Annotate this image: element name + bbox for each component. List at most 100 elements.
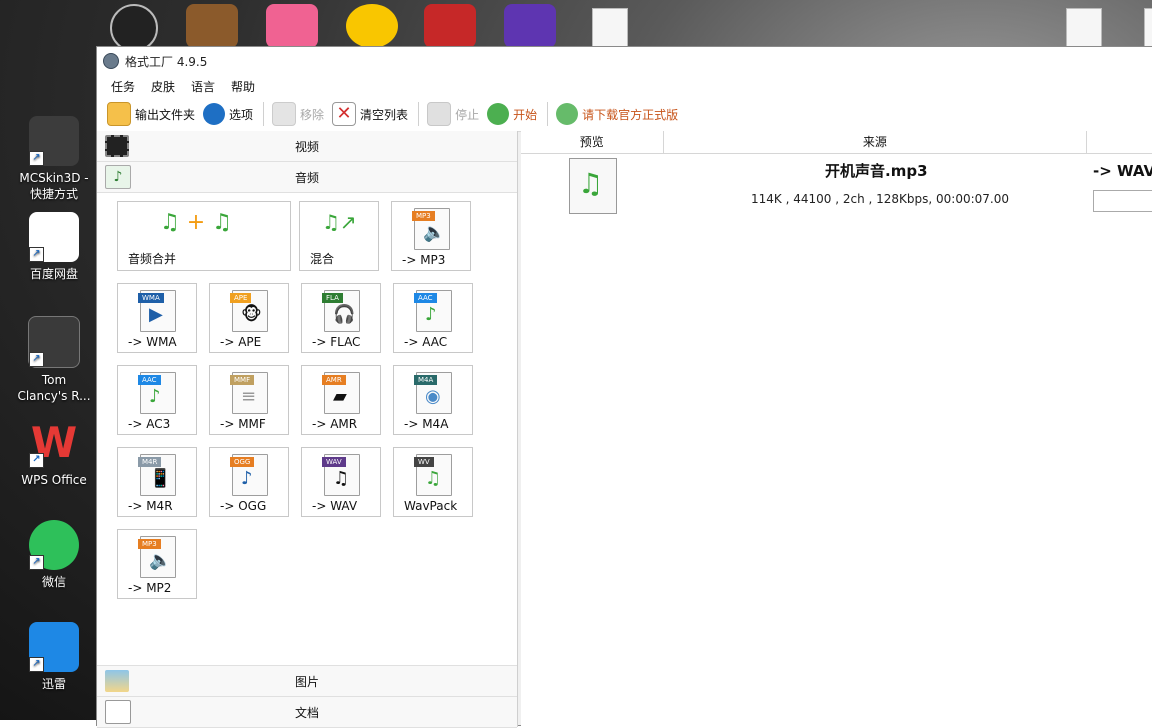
column-output[interactable]	[1087, 131, 1152, 153]
desktop-icon-wechat[interactable]: ↗ 微信	[6, 520, 102, 590]
column-preview[interactable]: 预览	[521, 131, 664, 153]
file-name: 开机声音.mp3	[825, 162, 928, 180]
wav-icon: WAV ♫	[322, 454, 360, 496]
window-title: 格式工厂 4.9.5	[125, 54, 208, 69]
desktop-icon-xunlei[interactable]: ↗ 迅雷	[6, 622, 102, 692]
desktop-icon-label: Tom Clancy's R...	[17, 373, 91, 403]
tile-audio-join[interactable]: ♫ + ♫ 音频合并	[117, 201, 291, 271]
output-folder-button[interactable]: 输出文件夹	[107, 102, 195, 126]
play-disc-icon: WMA ▶	[138, 290, 176, 332]
mcskin3d-icon: ↗	[29, 116, 79, 166]
start-label: 开始	[513, 107, 538, 122]
ac3-icon: AAC ♪	[138, 372, 176, 414]
category-image[interactable]: 图片	[97, 665, 517, 697]
task-list-pane: 预览 来源 ♫ 开机声音.mp3 114K , 44100 , 2ch , 12…	[521, 131, 1152, 727]
phone-icon: M4R 📱	[138, 454, 176, 496]
stop-button[interactable]: 停止	[427, 102, 479, 126]
desktop-icon-label: 微信	[41, 575, 66, 589]
file-icon[interactable]	[1144, 8, 1152, 50]
tile-flac[interactable]: FLA 🎧 -> FLAC	[301, 283, 381, 353]
tile-ac3[interactable]: AAC ♪ -> AC3	[117, 365, 197, 435]
file-icon[interactable]	[1066, 8, 1102, 50]
ape-icon: APE 🐵	[230, 290, 268, 332]
menu-help[interactable]: 帮助	[231, 78, 255, 95]
category-document[interactable]: 文档	[97, 697, 517, 728]
tile-label: -> WMA	[128, 335, 177, 349]
tile-label: -> M4A	[404, 417, 449, 431]
tile-label: -> FLAC	[312, 335, 361, 349]
start-button[interactable]: 开始	[487, 103, 537, 125]
tile-ogg[interactable]: OGG ♪ -> OGG	[209, 447, 289, 517]
mmf-icon: MMF ≡	[230, 372, 268, 414]
baidu-netdisk-icon: ↗	[29, 212, 79, 262]
tile-wavpack[interactable]: WV ♫ WavPack	[393, 447, 473, 517]
clear-list-label: 清空列表	[360, 107, 409, 122]
audio-tiles-grid: ♫ + ♫ 音频合并 ♫↗ 混合 MP3 🔈 -> MP3 WMA ▶ -> WMA…	[97, 193, 517, 665]
xunlei-icon: ↗	[29, 622, 79, 672]
tile-mp2[interactable]: MP3 🔈 -> MP2	[117, 529, 197, 599]
category-audio-label: 音频	[294, 170, 319, 185]
shortcut-arrow-icon: ↗	[29, 657, 44, 672]
tile-label: -> MMF	[220, 417, 266, 431]
tile-mix[interactable]: ♫↗ 混合	[299, 201, 379, 271]
desktop-icon-wps[interactable]: W ↗ WPS Office	[6, 418, 102, 488]
tile-wav[interactable]: WAV ♫ -> WAV	[301, 447, 381, 517]
format-factory-window: 格式工厂 4.9.5 任务 皮肤 语言 帮助 输出文件夹 选项 移除 ✕ 清空列…	[96, 46, 1152, 728]
tile-label: -> AMR	[312, 417, 358, 431]
category-image-label: 图片	[294, 674, 319, 689]
download-official-link[interactable]: 请下载官方正式版	[556, 103, 678, 125]
stop-label: 停止	[455, 107, 480, 122]
category-audio[interactable]: ♪ 音频	[97, 162, 517, 193]
tile-aac[interactable]: AAC ♪ -> AAC	[393, 283, 473, 353]
remove-button[interactable]: 移除	[272, 102, 324, 126]
wechat-icon: ↗	[29, 520, 79, 570]
category-video[interactable]: 视频	[97, 131, 517, 162]
gear-icon	[203, 103, 226, 125]
bilibili-icon[interactable]	[266, 4, 318, 48]
tile-m4a[interactable]: M4A ◉ -> M4A	[393, 365, 473, 435]
tools-icon[interactable]	[504, 4, 556, 48]
tile-amr[interactable]: AMR ▰ -> AMR	[301, 365, 381, 435]
task-list-header: 预览 来源	[521, 131, 1152, 154]
amr-icon: AMR ▰	[322, 372, 360, 414]
globe-icon	[556, 103, 579, 125]
desktop-icon-baidu[interactable]: ↗ 百度网盘	[6, 212, 102, 282]
menu-language[interactable]: 语言	[191, 78, 215, 95]
tile-label: -> MP3	[402, 253, 446, 267]
menu-skin[interactable]: 皮肤	[151, 78, 175, 95]
desktop-icon-label: 迅雷	[41, 677, 66, 691]
table-row[interactable]: ♫ 开机声音.mp3 114K , 44100 , 2ch , 128Kbps,…	[521, 154, 1152, 224]
tile-mmf[interactable]: MMF ≡ -> MMF	[209, 365, 289, 435]
tile-label: -> AC3	[128, 417, 171, 431]
tile-m4r[interactable]: M4R 📱 -> M4R	[117, 447, 197, 517]
format-factory-app-icon	[103, 53, 119, 69]
tile-mp3[interactable]: MP3 🔈 -> MP3	[391, 201, 471, 271]
toolbar-separator	[418, 102, 420, 126]
tile-ape[interactable]: APE 🐵 -> APE	[209, 283, 289, 353]
options-label: 选项	[229, 107, 254, 122]
desktop-icon-mcskin3d[interactable]: ↗ MCSkin3D - 快捷方式	[6, 116, 102, 202]
menu-task[interactable]: 任务	[111, 78, 135, 95]
speaker-icon: MP3 🔈	[138, 536, 176, 578]
shortcut-arrow-icon: ↗	[29, 555, 44, 570]
tile-label: -> APE	[220, 335, 262, 349]
shortcut-arrow-icon: ↗	[29, 151, 44, 166]
toolbar-separator	[547, 102, 549, 126]
desktop-icon-tom-clancy[interactable]: ↗ Tom Clancy's R...	[6, 316, 102, 404]
start-icon	[487, 103, 510, 125]
column-source[interactable]: 来源	[664, 131, 1088, 153]
category-pane: 视频 ♪ 音频 ♫ + ♫ 音频合并 ♫↗ 混合 MP3 🔈 -> MP3 WMA…	[97, 131, 518, 728]
progress-box	[1093, 190, 1152, 212]
remove-icon	[272, 102, 297, 126]
file-icon[interactable]	[592, 8, 628, 50]
minecraft-icon[interactable]	[186, 4, 238, 48]
app-icon-top-1[interactable]	[110, 4, 158, 52]
tile-wma[interactable]: WMA ▶ -> WMA	[117, 283, 197, 353]
app-icon-top-4[interactable]	[346, 4, 398, 48]
audio-file-thumbnail-icon: ♫	[569, 158, 617, 214]
options-button[interactable]: 选项	[203, 103, 253, 125]
remove-label: 移除	[300, 107, 325, 122]
title-bar[interactable]: 格式工厂 4.9.5	[97, 47, 1152, 75]
app-icon-top-5[interactable]	[424, 4, 476, 48]
clear-list-button[interactable]: ✕ 清空列表	[332, 102, 408, 126]
